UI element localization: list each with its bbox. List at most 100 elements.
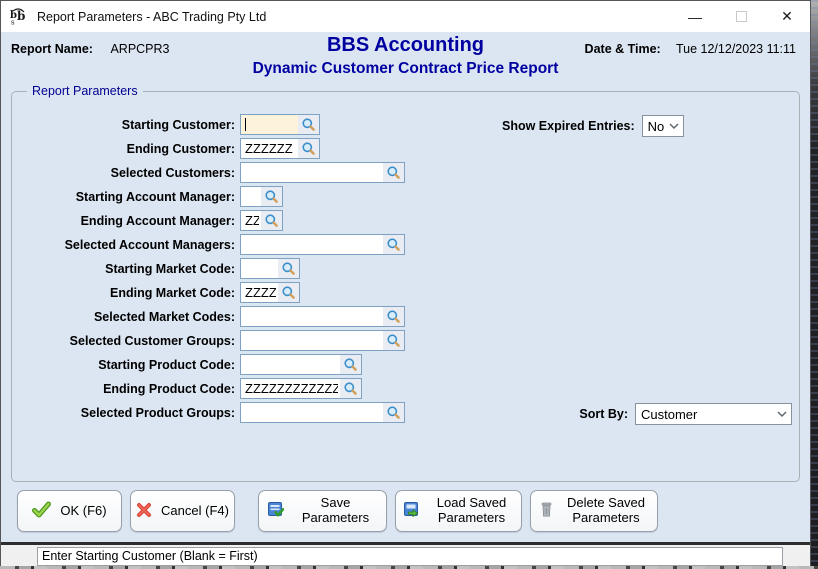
svg-text:b: b [17,9,25,23]
selected-customer-groups-label: Selected Customer Groups: [12,334,235,348]
selected-market-codes-input[interactable] [241,307,383,326]
ending-account-manager-label: Ending Account Manager: [12,214,235,228]
ending-market-code-label: Ending Market Code: [12,286,235,300]
selected-account-managers-input[interactable] [241,235,383,254]
parameter-row: Starting Account Manager: [12,186,799,207]
cancel-button[interactable]: Cancel (F4) [130,490,235,532]
show-expired-select[interactable]: No [642,115,684,137]
ending-product-code-field [240,378,362,399]
show-expired-row: Show Expired Entries: No [502,115,684,137]
show-expired-label: Show Expired Entries: [502,119,635,133]
sort-by-row: Sort By: Customer [532,403,792,425]
report-header: Report Name: ARPCPR3 BBS Accounting Dyna… [1,32,810,89]
sort-by-select[interactable]: Customer [635,403,792,425]
selected-account-managers-label: Selected Account Managers: [12,238,235,252]
selected-customers-label: Selected Customers: [12,166,235,180]
show-expired-value: No [648,119,665,134]
parameter-row: Ending Account Manager: [12,210,799,231]
starting-market-code-field [240,258,300,279]
load-saved-parameters-label: Load Saved Parameters [429,496,515,526]
ending-customer-input[interactable] [241,139,298,158]
status-bar: Enter Starting Customer (Blank = First) [1,545,810,568]
load-icon [403,501,420,521]
text-cursor [245,118,246,131]
search-icon[interactable] [383,403,404,422]
parameter-row: Selected Market Codes: [12,306,799,327]
report-parameters-group: Report Parameters Starting Customer: End… [11,91,800,482]
search-icon[interactable] [383,331,404,350]
ending-customer-label: Ending Customer: [12,142,235,156]
search-icon[interactable] [340,355,361,374]
selected-product-groups-label: Selected Product Groups: [12,406,235,420]
search-icon[interactable] [383,163,404,182]
delete-saved-parameters-button[interactable]: Delete Saved Parameters [530,490,658,532]
load-saved-parameters-button[interactable]: Load Saved Parameters [395,490,522,532]
starting-account-manager-label: Starting Account Manager: [12,190,235,204]
ok-button[interactable]: OK (F6) [17,490,122,532]
ok-check-icon [32,501,51,521]
search-icon[interactable] [261,211,282,230]
maximize-icon [736,11,747,22]
ending-market-code-input[interactable] [241,283,278,302]
save-parameters-label: Save Parameters [293,496,379,526]
ending-market-code-field [240,282,300,303]
close-button[interactable]: ✕ [764,1,810,32]
search-icon[interactable] [278,283,299,302]
maximize-button[interactable] [718,1,764,32]
report-parameters-window: b b s Report Parameters - ABC Trading Pt… [0,0,811,566]
ending-account-manager-input[interactable] [241,211,261,230]
ending-product-code-label: Ending Product Code: [12,382,235,396]
selected-customers-field [240,162,405,183]
starting-account-manager-input[interactable] [241,187,261,206]
selected-product-groups-field [240,402,405,423]
title-bar: b b s Report Parameters - ABC Trading Pt… [1,1,810,32]
cancel-button-label: Cancel (F4) [161,504,229,519]
parameter-row: Starting Product Code: [12,354,799,375]
selected-account-managers-field [240,234,405,255]
parameter-row: Ending Product Code: [12,378,799,399]
starting-customer-input[interactable] [241,115,298,134]
search-icon[interactable] [278,259,299,278]
minimize-icon: — [688,9,702,25]
delete-icon [539,501,554,521]
search-icon[interactable] [261,187,282,206]
ending-account-manager-field [240,210,283,231]
app-logo-icon: b b s [10,8,28,26]
svg-text:s: s [11,19,15,26]
search-icon[interactable] [383,307,404,326]
cancel-x-icon [136,502,152,521]
save-parameters-button[interactable]: Save Parameters [258,490,387,532]
selected-market-codes-label: Selected Market Codes: [12,310,235,324]
search-icon[interactable] [383,235,404,254]
starting-product-code-field [240,354,362,375]
selected-customer-groups-input[interactable] [241,331,383,350]
status-message: Enter Starting Customer (Blank = First) [37,547,783,566]
ok-button-label: OK (F6) [60,504,106,519]
ending-customer-field [240,138,320,159]
window-title: Report Parameters - ABC Trading Pty Ltd [37,10,266,24]
sort-by-value: Customer [641,407,773,422]
parameter-row: Starting Market Code: [12,258,799,279]
selected-customers-input[interactable] [241,163,383,182]
page-title: Dynamic Customer Contract Price Report [1,60,810,78]
selected-product-groups-input[interactable] [241,403,383,422]
search-icon[interactable] [340,379,361,398]
starting-market-code-input[interactable] [241,259,278,278]
parameter-row: Selected Customer Groups: [12,330,799,351]
sort-by-label: Sort By: [579,407,628,421]
minimize-button[interactable]: — [672,1,718,32]
close-icon: ✕ [781,8,793,25]
starting-customer-field [240,114,320,135]
parameter-row: Selected Customers: [12,162,799,183]
starting-product-code-label: Starting Product Code: [12,358,235,372]
ending-product-code-input[interactable] [241,379,340,398]
parameter-row: Selected Account Managers: [12,234,799,255]
search-icon[interactable] [298,139,319,158]
starting-product-code-input[interactable] [241,355,340,374]
save-icon [267,501,284,521]
group-legend: Report Parameters [27,84,143,98]
parameter-row: Ending Customer: [12,138,799,159]
search-icon[interactable] [298,115,319,134]
parameter-rows: Starting Customer: Ending Customer: Sele… [12,114,799,426]
window-controls: — ✕ [672,1,810,32]
